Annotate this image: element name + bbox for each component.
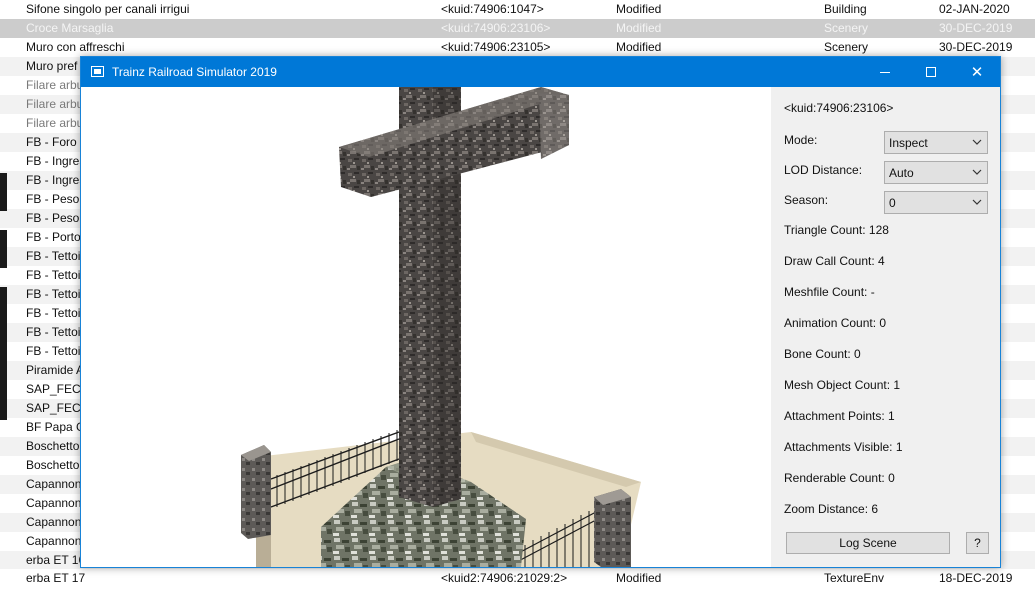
left-edge-strip — [0, 0, 7, 592]
row-name: FB - Tettoi — [26, 268, 81, 282]
row-name: FB - Tettoi — [26, 306, 81, 320]
row-name: Filare arbu — [26, 78, 84, 92]
row-type: Scenery — [824, 40, 869, 54]
row-name: Filare arbu — [26, 97, 84, 111]
mesh-object-count: Mesh Object Count: 1 — [784, 378, 901, 392]
help-button[interactable]: ? — [966, 532, 989, 554]
3d-viewport[interactable] — [81, 87, 771, 567]
lod-distance-dropdown[interactable]: Auto — [884, 161, 988, 184]
chevron-down-icon — [972, 139, 982, 145]
row-date: 30-DEC-2019 — [939, 21, 1013, 35]
mode-dropdown[interactable]: Inspect — [884, 131, 988, 154]
chevron-down-icon — [972, 199, 982, 205]
list-row[interactable]: erba ET 17 <kuid2:74906:21029:2> Modified T… — [0, 569, 1035, 588]
row-name: FB - Tettoi — [26, 287, 81, 301]
row-name: Piramide A — [26, 363, 85, 377]
row-name: Filare arbu — [26, 116, 84, 130]
draw-call-count: Draw Call Count: 4 — [784, 254, 885, 268]
asset-kuid: <kuid:74906:23106> — [784, 101, 894, 115]
mode-value: Inspect — [889, 136, 928, 150]
row-name: FB - Ingres — [26, 173, 86, 187]
row-kuid: <kuid:74906:23105> — [441, 40, 551, 54]
row-name: Capannon — [26, 477, 82, 491]
row-date: 30-DEC-2019 — [939, 40, 1013, 54]
minimize-icon — [880, 71, 890, 73]
lod-distance-label: LOD Distance: — [784, 163, 863, 177]
window-title: Trainz Railroad Simulator 2019 — [112, 65, 277, 79]
maximize-icon — [926, 67, 936, 77]
attachment-points: Attachment Points: 1 — [784, 409, 895, 423]
inspector-panel: <kuid:74906:23106> Mode: Inspect LOD Dis… — [771, 87, 1000, 567]
close-icon: ✕ — [970, 64, 984, 81]
row-name: FB - Tettoi — [26, 249, 81, 263]
row-name: Capannon — [26, 534, 82, 548]
renderable-count: Renderable Count: 0 — [784, 471, 895, 485]
row-kuid: <kuid2:74906:21029:2> — [441, 571, 568, 585]
row-name: FB - Tettoi — [26, 344, 81, 358]
maximize-button[interactable] — [908, 57, 954, 87]
row-date: 18-DEC-2019 — [939, 571, 1013, 585]
cross-model-render — [241, 87, 641, 567]
row-kuid: <kuid:74906:1047> — [441, 2, 544, 16]
lod-distance-value: Auto — [889, 166, 914, 180]
bone-count: Bone Count: 0 — [784, 347, 861, 361]
season-label: Season: — [784, 193, 829, 207]
app-icon — [91, 66, 104, 77]
animation-count: Animation Count: 0 — [784, 316, 887, 330]
zoom-distance: Zoom Distance: 6 — [784, 502, 879, 516]
list-row[interactable]: Sifone singolo per canali irrigui <kuid:7… — [0, 0, 1035, 19]
meshfile-count: Meshfile Count: - — [784, 285, 875, 299]
chevron-down-icon — [972, 169, 982, 175]
row-name: FB - Ingres — [26, 154, 86, 168]
title-bar[interactable]: Trainz Railroad Simulator 2019 ✕ — [81, 57, 1000, 87]
row-name: Croce Marsaglia — [26, 21, 114, 35]
row-name: BF Papa G — [26, 420, 86, 434]
list-row[interactable]: Croce Marsaglia <kuid:74906:23106> Modifie… — [0, 19, 1035, 38]
row-status: Modified — [616, 2, 662, 16]
season-dropdown[interactable]: 0 — [884, 191, 988, 214]
row-name: Capannon — [26, 496, 82, 510]
row-name: Sifone singolo per canali irrigui — [26, 2, 190, 16]
row-name: FB - Porto — [26, 230, 81, 244]
minimize-button[interactable] — [862, 57, 908, 87]
close-button[interactable]: ✕ — [954, 57, 1000, 87]
row-kuid: <kuid:74906:23106> — [441, 21, 551, 35]
row-status: Modified — [616, 21, 662, 35]
row-type: Building — [824, 2, 867, 16]
log-scene-button[interactable]: Log Scene — [786, 532, 950, 554]
row-name: FB - Foro E — [26, 135, 89, 149]
row-date: 02-JAN-2020 — [939, 2, 1010, 16]
list-row[interactable]: Muro con affreschi <kuid:74906:23105> Modi… — [0, 38, 1035, 57]
row-type: TextureEnv — [824, 571, 885, 585]
triangle-count: Triangle Count: 128 — [784, 223, 889, 237]
row-name: erba ET 16 — [26, 553, 86, 567]
row-status: Modified — [616, 571, 662, 585]
attachments-visible: Attachments Visible: 1 — [784, 440, 903, 454]
season-value: 0 — [889, 196, 896, 210]
preview-window: Trainz Railroad Simulator 2019 ✕ <kuid:7… — [80, 56, 1001, 568]
row-type: Scenery — [824, 21, 869, 35]
mode-label: Mode: — [784, 133, 818, 147]
row-status: Modified — [616, 40, 662, 54]
row-name: Muro pref — [26, 59, 78, 73]
row-name: FB - Tettoi — [26, 325, 81, 339]
row-name: Muro con affreschi — [26, 40, 125, 54]
row-name: Boschetto — [26, 458, 80, 472]
row-name: FB - Peso — [26, 192, 80, 206]
row-name: Boschetto — [26, 439, 80, 453]
row-name: Capannon — [26, 515, 82, 529]
row-name: erba ET 17 — [26, 571, 86, 585]
